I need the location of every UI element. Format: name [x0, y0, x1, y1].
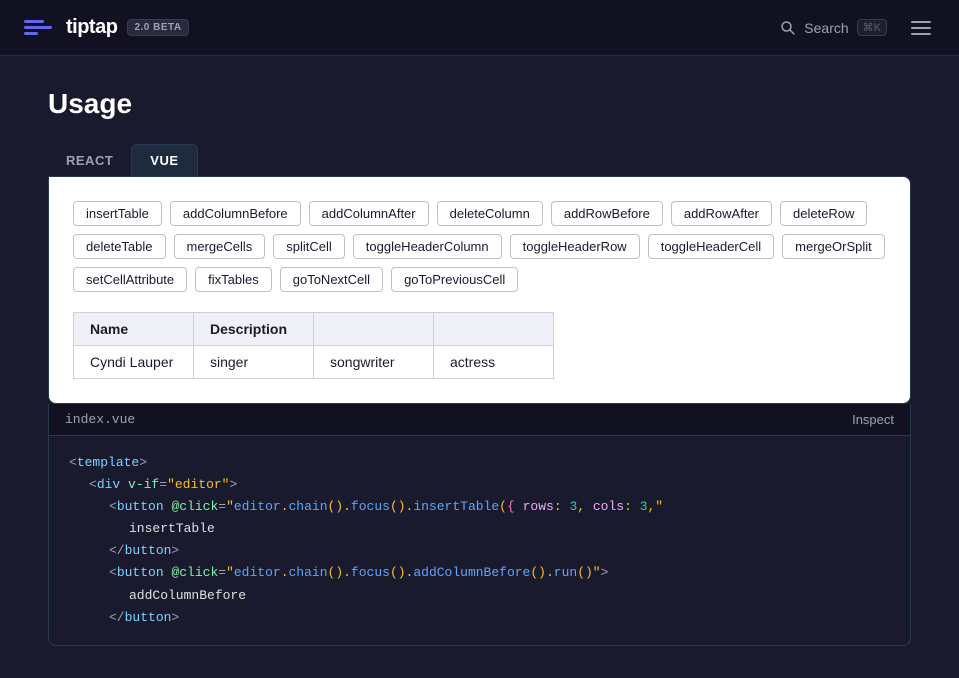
- tag-toggleHeaderRow[interactable]: toggleHeaderRow: [510, 234, 640, 259]
- page-title: Usage: [48, 88, 911, 120]
- tabs: REACT VUE: [48, 144, 911, 176]
- tag-addRowAfter[interactable]: addRowAfter: [671, 201, 772, 226]
- angle-open3: <: [109, 499, 117, 514]
- code-text-addColumnBefore: addColumnBefore: [129, 588, 246, 603]
- code-line-4: insertTable: [129, 518, 890, 540]
- tab-react[interactable]: REACT: [48, 144, 131, 176]
- angle-close5: </: [109, 610, 125, 625]
- attr-vif: v-if: [128, 477, 159, 492]
- angle-open4: <: [109, 565, 117, 580]
- header-right: Search ⌘K: [780, 17, 935, 39]
- str-chain1: "editor.chain().focus().insertTable({ ro…: [226, 499, 663, 514]
- tag-deleteColumn[interactable]: deleteColumn: [437, 201, 543, 226]
- tag-deleteRow[interactable]: deleteRow: [780, 201, 867, 226]
- str-chain2: "editor.chain().focus().addColumnBefore(…: [226, 565, 601, 580]
- logo-bar-1: [24, 20, 44, 23]
- tag-insertTable[interactable]: insertTable: [73, 201, 162, 226]
- angle-gt2: >: [171, 610, 179, 625]
- code-line-3: <button @click="editor.chain().focus().i…: [109, 496, 890, 518]
- table-header-row: Name Description: [74, 313, 554, 346]
- table-cell-role3: actress: [434, 346, 554, 379]
- angle-close: >: [139, 455, 147, 470]
- table-cell-role2: songwriter: [314, 346, 434, 379]
- menu-icon: [911, 27, 931, 29]
- menu-icon: [911, 33, 931, 35]
- logo-bar-3: [24, 32, 38, 35]
- attr-click1: @click: [171, 499, 218, 514]
- tag-toggleHeaderCell[interactable]: toggleHeaderCell: [648, 234, 774, 259]
- header: tiptap 2.0 BETA Search ⌘K: [0, 0, 959, 56]
- tag-goToPreviousCell[interactable]: goToPreviousCell: [391, 267, 518, 292]
- tab-vue[interactable]: VUE: [131, 144, 197, 176]
- tag-addColumnBefore[interactable]: addColumnBefore: [170, 201, 301, 226]
- angle-close4: >: [601, 565, 609, 580]
- table-header-extra2: [434, 313, 554, 346]
- code-line-6: <button @click="editor.chain().focus().a…: [109, 562, 890, 584]
- tag-button1: button: [117, 499, 164, 514]
- demo-box: insertTable addColumnBefore addColumnAft…: [48, 176, 911, 404]
- table-header-extra1: [314, 313, 434, 346]
- menu-button[interactable]: [907, 17, 935, 39]
- tag-fixTables[interactable]: fixTables: [195, 267, 272, 292]
- table-cell-role1: singer: [194, 346, 314, 379]
- tag-toggleHeaderColumn[interactable]: toggleHeaderColumn: [353, 234, 502, 259]
- attr-click2: @click: [171, 565, 218, 580]
- version-badge: 2.0 BETA: [127, 19, 188, 36]
- tag-setCellAttribute[interactable]: setCellAttribute: [73, 267, 187, 292]
- eq1: =: [159, 477, 167, 492]
- search-button[interactable]: Search ⌘K: [780, 19, 887, 36]
- header-left: tiptap 2.0 BETA: [24, 12, 189, 44]
- code-header: index.vue Inspect: [49, 404, 910, 436]
- code-line-2: <div v-if="editor">: [89, 474, 890, 496]
- table-cell-name: Cyndi Lauper: [74, 346, 194, 379]
- tag-deleteTable[interactable]: deleteTable: [73, 234, 166, 259]
- tag-mergeCells[interactable]: mergeCells: [174, 234, 266, 259]
- tag-button1-close: button: [125, 543, 172, 558]
- demo-table: Name Description Cyndi Lauper singer son…: [73, 312, 554, 379]
- main-content: Usage REACT VUE insertTable addColumnBef…: [0, 56, 959, 678]
- logo-bar-2: [24, 26, 52, 29]
- str-editor: "editor": [167, 477, 229, 492]
- tag-button2-close: button: [125, 610, 172, 625]
- tag-template: template: [77, 455, 139, 470]
- eq2: =: [218, 499, 226, 514]
- tag-goToNextCell[interactable]: goToNextCell: [280, 267, 383, 292]
- angle-open: <: [69, 455, 77, 470]
- angle-close3: </: [109, 543, 125, 558]
- tag-area: insertTable addColumnBefore addColumnAft…: [73, 201, 886, 292]
- search-icon: [780, 20, 796, 36]
- tag-button2: button: [117, 565, 164, 580]
- code-line-8: </button>: [109, 607, 890, 629]
- angle-gt1: >: [171, 543, 179, 558]
- angle-close2: >: [229, 477, 237, 492]
- code-text-insertTable: insertTable: [129, 521, 215, 536]
- table-header-description: Description: [194, 313, 314, 346]
- table-header-name: Name: [74, 313, 194, 346]
- tag-div: div: [97, 477, 120, 492]
- search-kbd: ⌘K: [857, 19, 887, 36]
- code-body: <template> <div v-if="editor"> <button @…: [49, 436, 910, 645]
- angle-open2: <: [89, 477, 97, 492]
- tag-addColumnAfter[interactable]: addColumnAfter: [309, 201, 429, 226]
- tag-mergeOrSplit[interactable]: mergeOrSplit: [782, 234, 885, 259]
- code-section: index.vue Inspect <template> <div v-if="…: [48, 404, 911, 646]
- logo-icon: [24, 12, 56, 44]
- menu-icon: [911, 21, 931, 23]
- code-line-5: </button>: [109, 540, 890, 562]
- code-filename: index.vue: [65, 412, 135, 427]
- tag-addRowBefore[interactable]: addRowBefore: [551, 201, 663, 226]
- brand-name: tiptap: [66, 16, 117, 39]
- tag-splitCell[interactable]: splitCell: [273, 234, 345, 259]
- inspect-button[interactable]: Inspect: [852, 412, 894, 427]
- table-row: Cyndi Lauper singer songwriter actress: [74, 346, 554, 379]
- eq3: =: [218, 565, 226, 580]
- search-label: Search: [804, 20, 848, 36]
- code-line-7: addColumnBefore: [129, 585, 890, 607]
- code-line-1: <template>: [69, 452, 890, 474]
